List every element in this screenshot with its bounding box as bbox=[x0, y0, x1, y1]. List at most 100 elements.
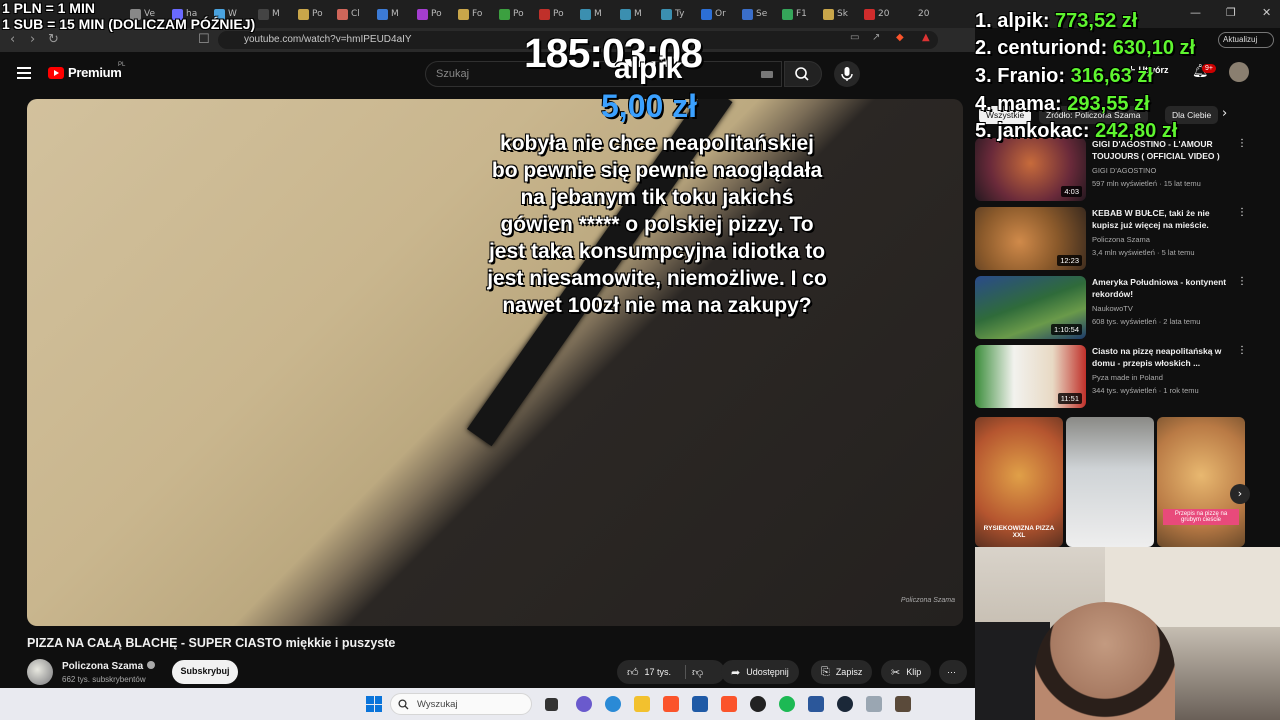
channel-name[interactable]: Policzona Szama bbox=[62, 661, 156, 672]
chevron-right-icon[interactable]: › bbox=[1222, 106, 1227, 121]
brave-beta-icon[interactable] bbox=[721, 696, 737, 712]
file-explorer-icon[interactable] bbox=[634, 696, 650, 712]
recommendation-channel[interactable]: GIGI D'AGOSTINO bbox=[1092, 166, 1156, 175]
store-icon[interactable] bbox=[692, 696, 708, 712]
browser-tab[interactable]: M bbox=[620, 5, 642, 23]
minimize-icon[interactable]: — bbox=[1190, 6, 1201, 19]
recommendation-item[interactable]: 1:10:54 Ameryka Południowa - kontynent r… bbox=[975, 276, 1247, 340]
leaderboard-amount: 773,52 zł bbox=[1055, 10, 1138, 32]
taskbar-search[interactable]: Wyszukaj bbox=[390, 693, 532, 715]
search-button[interactable] bbox=[784, 61, 822, 87]
leaderboard-row: 1. alpik: 773,52 zł bbox=[975, 10, 1137, 33]
leaderboard-amount: 630,10 zł bbox=[1112, 37, 1196, 59]
recommendation-channel[interactable]: NaukowoTV bbox=[1092, 304, 1133, 313]
leaderboard-name: 5. jankokac: bbox=[975, 120, 1090, 142]
brave-shield-icon[interactable]: ◆ bbox=[896, 32, 904, 43]
microphone-icon bbox=[841, 67, 853, 81]
like-icon[interactable]: 👍︎ bbox=[627, 666, 639, 679]
browser-tab[interactable]: Po bbox=[417, 5, 442, 23]
recommendation-title[interactable]: Ciasto na pizzę neapolitańską w domu - p… bbox=[1092, 345, 1232, 369]
subscribe-button[interactable]: Subskrybuj bbox=[172, 660, 238, 684]
app-icon[interactable] bbox=[808, 696, 824, 712]
recommendation-channel[interactable]: Policzona Szama bbox=[1092, 235, 1150, 244]
notification-count-badge: 9+ bbox=[1202, 64, 1216, 73]
video-thumbnail[interactable]: 11:51 bbox=[975, 345, 1086, 408]
clip-button[interactable]: ✂ Klip bbox=[881, 660, 932, 684]
browser-tab[interactable]: Sk bbox=[823, 5, 848, 23]
short-item[interactable]: Przepis na pizzę na grubym cieście bbox=[1157, 417, 1245, 547]
short-item[interactable]: RYSIEKOWIZNA PIZZA XXL bbox=[975, 417, 1063, 547]
browser-tab[interactable]: M bbox=[258, 5, 280, 23]
reload-icon[interactable]: ↻ bbox=[48, 32, 59, 47]
tab-favicon-icon bbox=[661, 8, 672, 20]
cast-icon[interactable]: ▭ bbox=[850, 32, 859, 43]
recommendation-title[interactable]: Ameryka Południowa - kontynent rekordów! bbox=[1092, 276, 1232, 300]
discord-icon[interactable] bbox=[576, 696, 592, 712]
leaderboard-name: 1. alpik: bbox=[975, 10, 1050, 32]
browser-tab[interactable]: Po bbox=[298, 5, 323, 23]
close-icon[interactable]: ✕ bbox=[1262, 6, 1271, 19]
menu-icon[interactable] bbox=[17, 67, 31, 79]
browser-tab[interactable]: Ty bbox=[661, 5, 684, 23]
keyboard-icon[interactable] bbox=[761, 71, 773, 78]
dislike-icon[interactable]: 👎︎ bbox=[692, 666, 703, 679]
obs-icon[interactable] bbox=[750, 696, 766, 712]
rewards-icon[interactable]: ▲ bbox=[922, 32, 930, 43]
browser-tab[interactable]: Cl bbox=[337, 5, 360, 23]
browser-tab[interactable]: F1 bbox=[782, 5, 807, 23]
browser-tab[interactable]: 20 bbox=[864, 5, 889, 23]
spotify-icon[interactable] bbox=[779, 696, 795, 712]
task-view-icon[interactable] bbox=[545, 698, 558, 711]
brave-icon[interactable] bbox=[663, 696, 679, 712]
calculator-icon[interactable] bbox=[866, 696, 882, 712]
leaderboard-row: 4. mama: 293,55 zł bbox=[975, 93, 1150, 116]
shorts-next-icon[interactable]: › bbox=[1230, 484, 1250, 504]
voice-search-button[interactable] bbox=[834, 61, 860, 87]
more-vert-icon[interactable]: ⋮ bbox=[1237, 138, 1247, 149]
channel-avatar[interactable] bbox=[27, 659, 53, 685]
like-count[interactable]: 17 tys. bbox=[645, 667, 672, 677]
bookmark-icon[interactable]: ☐ bbox=[198, 32, 210, 47]
youtube-logo[interactable]: Premium PL bbox=[48, 62, 125, 80]
back-icon[interactable]: ‹ bbox=[10, 32, 15, 47]
short-item[interactable] bbox=[1066, 417, 1154, 547]
update-button[interactable]: Aktualizuj bbox=[1218, 32, 1274, 48]
video-thumbnail[interactable]: 1:10:54 bbox=[975, 276, 1086, 339]
tab-favicon-icon bbox=[258, 8, 269, 20]
browser-tab[interactable]: Po bbox=[539, 5, 564, 23]
recommendation-item[interactable]: 4:03 GIGI D'AGOSTINO - L'AMOUR TOUJOURS … bbox=[975, 138, 1247, 202]
short-caption: RYSIEKOWIZNA PIZZA XXL bbox=[983, 525, 1055, 539]
account-avatar[interactable] bbox=[1229, 62, 1249, 82]
copilot-icon[interactable] bbox=[605, 696, 621, 712]
recommendation-channel[interactable]: Pyza made in Poland bbox=[1092, 373, 1163, 382]
steam-icon[interactable] bbox=[837, 696, 853, 712]
more-vert-icon[interactable]: ⋮ bbox=[1237, 345, 1247, 356]
forward-icon[interactable]: › bbox=[30, 32, 35, 47]
browser-tab[interactable]: 20 bbox=[918, 5, 929, 23]
share-icon[interactable]: ↗ bbox=[872, 32, 880, 43]
browser-tab[interactable]: Po bbox=[499, 5, 524, 23]
share-button[interactable]: ➦ Udostępnij bbox=[721, 660, 799, 684]
recommendation-meta: 3,4 mln wyświetleń · 5 lat temu bbox=[1092, 248, 1195, 257]
recommendation-item[interactable]: 11:51 Ciasto na pizzę neapolitańską w do… bbox=[975, 345, 1247, 409]
browser-tab[interactable]: M bbox=[377, 5, 399, 23]
maximize-icon[interactable]: ❐ bbox=[1226, 6, 1236, 19]
video-thumbnail[interactable]: 4:03 bbox=[975, 138, 1086, 201]
recommendation-title[interactable]: KEBAB W BUŁCE, taki że nie kupisz już wi… bbox=[1092, 207, 1232, 231]
browser-tab[interactable]: Fo bbox=[458, 5, 482, 23]
tab-favicon-icon bbox=[864, 8, 875, 20]
more-vert-icon[interactable]: ⋮ bbox=[1237, 276, 1247, 287]
browser-tab[interactable]: Or bbox=[701, 5, 726, 23]
duration-badge: 4:03 bbox=[1061, 186, 1082, 197]
windows-start-icon[interactable] bbox=[366, 696, 382, 712]
leaderboard-amount: 316,63 zł bbox=[1070, 65, 1153, 87]
save-button[interactable]: ⎘ Zapisz bbox=[811, 660, 873, 684]
browser-tab[interactable]: M bbox=[580, 5, 602, 23]
recommendation-item[interactable]: 12:23 KEBAB W BUŁCE, taki że nie kupisz … bbox=[975, 207, 1247, 271]
browser-tab[interactable]: Se bbox=[742, 5, 767, 23]
more-actions-button[interactable]: ⋯ bbox=[939, 660, 967, 684]
save-icon: ⎘ bbox=[821, 665, 830, 678]
pinned-app-icon[interactable] bbox=[895, 696, 911, 712]
more-vert-icon[interactable]: ⋮ bbox=[1237, 207, 1247, 218]
video-thumbnail[interactable]: 12:23 bbox=[975, 207, 1086, 270]
